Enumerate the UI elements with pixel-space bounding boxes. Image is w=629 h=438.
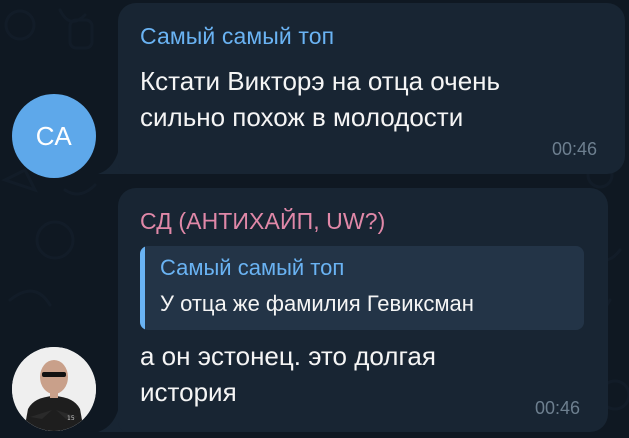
message-text-line: история (140, 377, 237, 407)
message-text: Кстати Викторэ на отца очень сильно похо… (140, 63, 500, 135)
message-sender-name[interactable]: Самый самый топ (140, 23, 334, 50)
reply-quote[interactable]: Самый самый топ У отца же фамилия Гевикс… (140, 246, 584, 330)
message-bubble[interactable]: СД (АНТИХАЙП, UW?) Самый самый топ У отц… (118, 188, 608, 432)
message-sender-name[interactable]: СД (АНТИХАЙП, UW?) (140, 208, 385, 235)
reply-sender-name: Самый самый топ (160, 255, 345, 280)
message-timestamp: 00:46 (534, 398, 580, 418)
message-timestamp: 00:46 (551, 139, 597, 159)
message-text-line: Кстати Викторэ на отца очень (140, 66, 501, 96)
reply-text: У отца же фамилия Гевиксман (160, 291, 474, 316)
avatar-initials-text: СА (35, 120, 73, 151)
message-text-line: сильно похож в молодости (140, 102, 464, 132)
person-photo-icon: 15 (12, 347, 96, 431)
message-bubble[interactable]: Самый самый топ Кстати Викторэ на отца о… (118, 3, 625, 174)
sender-avatar-photo[interactable]: 15 (12, 347, 96, 431)
reply-accent-bar (140, 246, 145, 330)
sender-avatar-initials[interactable]: СА (12, 94, 96, 178)
message-text-line: а он эстонец. это долгая (140, 341, 436, 371)
svg-text:15: 15 (67, 415, 75, 422)
message-text: а он эстонец. это долгая история (140, 338, 436, 410)
